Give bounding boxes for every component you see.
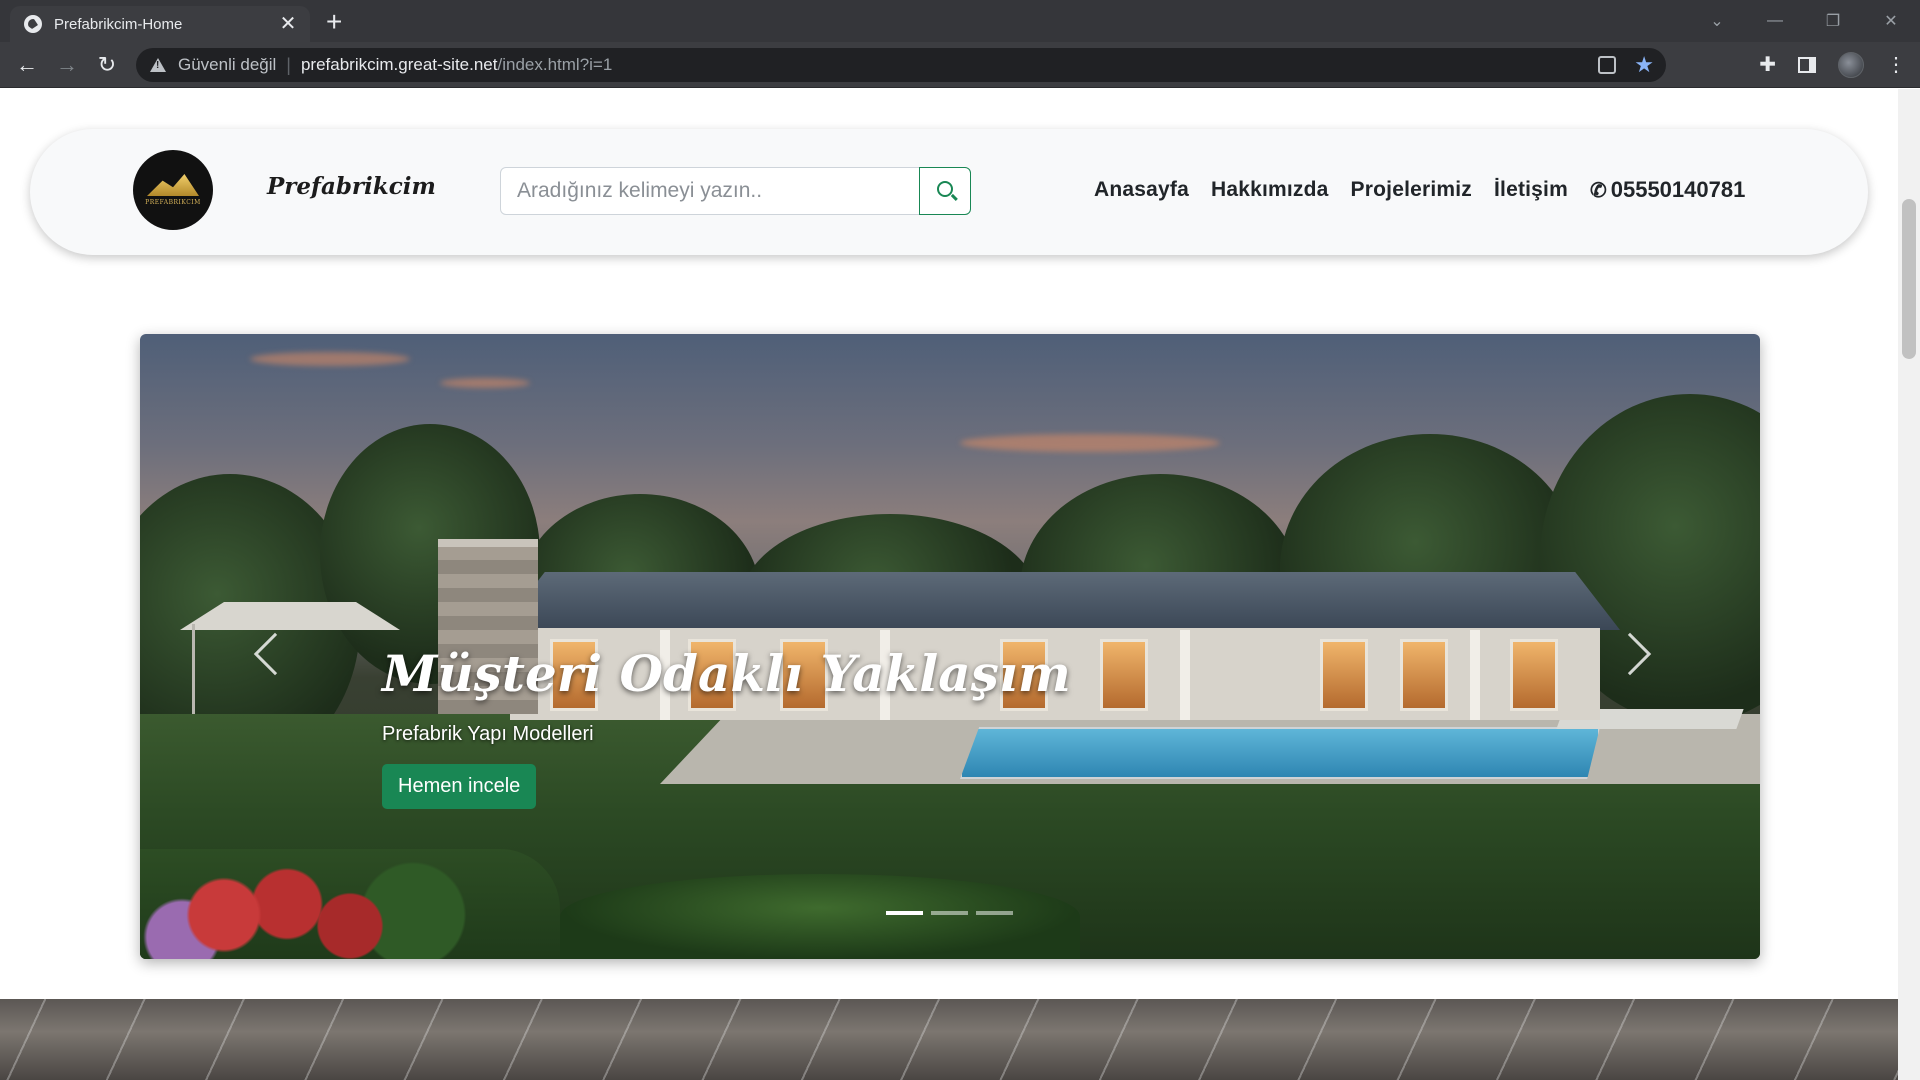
globe-icon <box>24 15 42 33</box>
carousel-indicators <box>886 911 1013 915</box>
reload-icon[interactable]: ↻ <box>92 50 122 80</box>
house-window <box>1400 639 1448 711</box>
slide-subtitle: Prefabrik Yapı Modelleri <box>382 723 594 745</box>
url-host[interactable]: prefabrikcim.great-site.net <box>301 55 498 75</box>
explore-button[interactable]: Hemen incele <box>382 764 537 809</box>
cloud-decoration <box>250 352 410 366</box>
minimize-icon[interactable]: — <box>1746 12 1804 30</box>
nav-link-anasayfa[interactable]: Anasayfa <box>1094 178 1189 202</box>
scrollbar-thumb[interactable] <box>1902 199 1916 359</box>
search-button[interactable] <box>919 167 971 215</box>
nav-link-iletisim[interactable]: İletişim <box>1494 178 1568 202</box>
house-window <box>1100 639 1148 711</box>
kebab-menu-icon[interactable]: ⋮ <box>1886 55 1906 75</box>
share-icon[interactable] <box>1598 56 1617 74</box>
house-window <box>1510 639 1558 711</box>
house-window <box>1320 639 1368 711</box>
close-window-icon[interactable]: ✕ <box>1862 11 1920 31</box>
brand-name[interactable]: Prefabrikcim <box>267 173 436 200</box>
carousel-indicator-2[interactable] <box>931 911 968 915</box>
slide-image-roof <box>500 572 1620 630</box>
shrubs-decoration <box>560 874 1080 959</box>
house-pillar <box>1470 630 1480 720</box>
nav-link-hakkimizda[interactable]: Hakkımızda <box>1211 178 1329 202</box>
address-separator: | <box>286 54 291 75</box>
url-path[interactable]: /index.html?i=1 <box>498 55 613 75</box>
toolbar-actions: ✚ ⋮ <box>1759 52 1906 78</box>
browser-tab-strip: Prefabrikcim-Home ✕ + ⌄ — ❐ ✕ <box>0 0 1920 42</box>
hero-carousel: Müşteri Odaklı Yaklaşım Prefabrik Yapı M… <box>140 334 1760 959</box>
warning-icon[interactable] <box>150 58 166 72</box>
flowers-decoration <box>140 849 560 959</box>
next-section-image <box>0 999 1898 1080</box>
page-viewport: PREFABRIKCIM Prefabrikcim Anasayfa Hakkı… <box>0 89 1898 1080</box>
security-label[interactable]: Güvenli değil <box>178 55 276 75</box>
phone-number: 05550140781 <box>1610 177 1746 202</box>
slide-title: Müşteri Odaklı Yaklaşım <box>382 644 1071 703</box>
search-input[interactable] <box>500 167 920 215</box>
search-form <box>500 167 971 215</box>
browser-tab[interactable]: Prefabrikcim-Home ✕ <box>10 6 310 42</box>
umbrella-pole-decoration <box>192 624 195 714</box>
tab-search-icon[interactable]: ⌄ <box>1688 11 1746 31</box>
back-icon[interactable]: ← <box>12 50 42 80</box>
side-panel-icon[interactable] <box>1798 57 1816 73</box>
carousel-indicator-3[interactable] <box>976 911 1013 915</box>
main-menu: Anasayfa Hakkımızda Projelerimiz İletişi… <box>1094 177 1745 203</box>
cloud-decoration <box>440 378 530 388</box>
phone-link[interactable]: ✆ 05550140781 <box>1590 177 1745 203</box>
nav-link-projelerimiz[interactable]: Projelerimiz <box>1351 178 1472 202</box>
cloud-decoration <box>960 434 1220 452</box>
logo-text: PREFABRIKCIM <box>145 199 201 206</box>
window-controls: ⌄ — ❐ ✕ <box>1688 0 1920 42</box>
new-tab-button[interactable]: + <box>326 8 342 36</box>
browser-toolbar: ← → ↻ Güvenli değil | prefabrikcim.great… <box>0 42 1920 88</box>
close-tab-icon[interactable]: ✕ <box>278 14 298 34</box>
site-logo[interactable]: PREFABRIKCIM <box>133 150 213 230</box>
slide-caption: Müşteri Odaklı Yaklaşım Prefabrik Yapı M… <box>382 644 1071 809</box>
extensions-icon[interactable]: ✚ <box>1759 55 1776 75</box>
carousel-indicator-1[interactable] <box>886 911 923 915</box>
address-bar[interactable]: Güvenli değil | prefabrikcim.great-site.… <box>136 48 1666 82</box>
address-bar-actions: ★ <box>1598 54 1654 76</box>
phone-icon: ✆ <box>1589 179 1607 202</box>
logo-roof-icon <box>147 174 199 196</box>
search-icon-handle <box>951 193 958 201</box>
forward-icon[interactable]: → <box>52 50 82 80</box>
chair-lines-decoration <box>0 999 1898 1080</box>
profile-avatar[interactable] <box>1838 52 1864 78</box>
page-scrollbar[interactable] <box>1898 89 1920 1080</box>
restore-icon[interactable]: ❐ <box>1804 11 1862 31</box>
bookmark-star-icon[interactable]: ★ <box>1634 54 1654 76</box>
house-pillar <box>1180 630 1190 720</box>
tab-title: Prefabrikcim-Home <box>54 15 183 33</box>
